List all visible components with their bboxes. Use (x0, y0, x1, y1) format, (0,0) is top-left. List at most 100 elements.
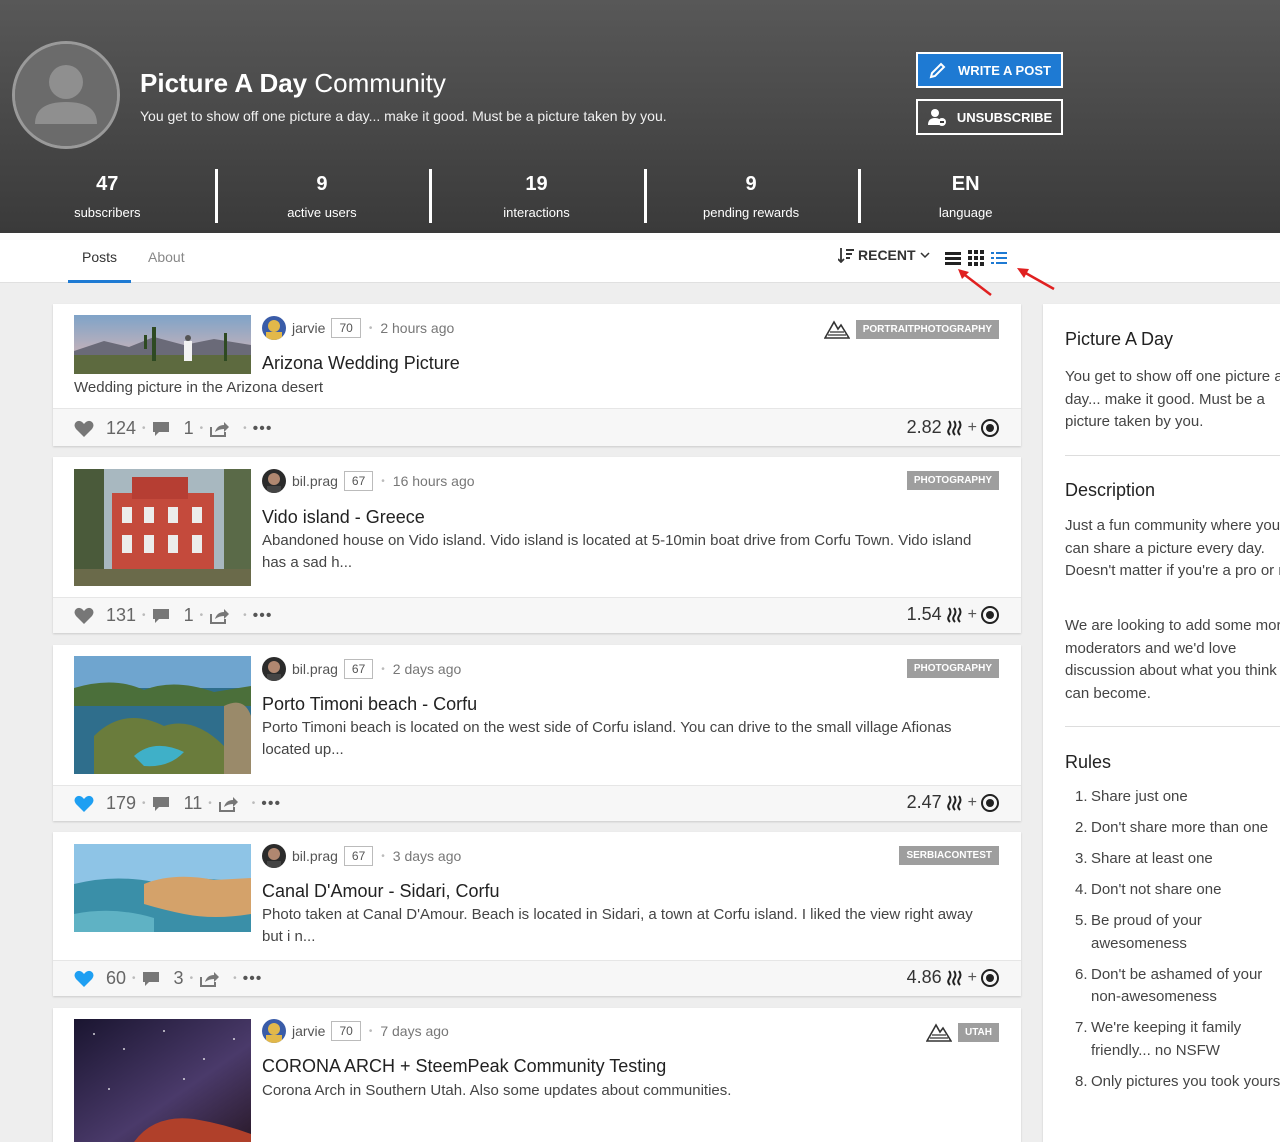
rule-text: Be proud of your awesomeness (1091, 912, 1202, 952)
community-title-rest: Community (307, 68, 446, 98)
unsubscribe-button[interactable]: UNSUBSCRIBE (916, 99, 1063, 135)
comment-icon[interactable] (142, 971, 160, 987)
user-avatar[interactable] (262, 657, 286, 681)
stat-label: language (938, 205, 993, 220)
pencil-icon (928, 60, 948, 80)
post-card[interactable]: bil.prag 67 • 2 days ago PHOTOGRAPHY Por… (53, 645, 1021, 821)
tab-posts[interactable]: Posts (68, 233, 132, 283)
payout-value: 2.82 (906, 417, 942, 437)
post-thumbnail[interactable] (74, 469, 251, 586)
list-view-icon[interactable] (945, 250, 961, 266)
post-card[interactable]: jarvie 70 • 7 days ago UTAH CORONA ARCH … (53, 1008, 1021, 1142)
post-description[interactable]: Corona Arch in Southern Utah. Also some … (262, 1080, 992, 1102)
vote-count[interactable]: 179 (106, 793, 136, 814)
user-avatar[interactable] (262, 316, 286, 340)
payout-value: 2.47 (906, 792, 942, 812)
post-thumbnail[interactable] (74, 315, 251, 374)
plus-sign: + (967, 968, 977, 986)
post-time[interactable]: 3 days ago (393, 848, 462, 864)
post-card[interactable]: bil.prag 67 • 3 days ago SERBIACONTEST C… (53, 832, 1021, 996)
post-meta: bil.prag 67 • 16 hours ago (262, 469, 475, 493)
post-title[interactable]: Vido island - Greece (262, 507, 425, 528)
sort-icon (838, 248, 854, 263)
post-tag[interactable]: PHOTOGRAPHY (906, 659, 999, 678)
post-payout[interactable]: 2.47 + (907, 792, 999, 813)
post-description[interactable]: Abandoned house on Vido island. Vido isl… (262, 530, 992, 574)
more-options-icon[interactable]: ••• (243, 970, 263, 988)
share-icon[interactable] (199, 971, 220, 987)
stat-value: 47 (96, 173, 119, 195)
user-avatar[interactable] (262, 469, 286, 493)
post-thumbnail[interactable] (74, 1019, 251, 1142)
write-post-button[interactable]: WRITE A POST (916, 52, 1063, 88)
comment-count[interactable]: 11 (184, 793, 203, 814)
compact-view-icon[interactable] (991, 250, 1007, 266)
share-icon[interactable] (209, 608, 230, 624)
comment-icon[interactable] (152, 608, 170, 624)
more-options-icon[interactable]: ••• (253, 607, 273, 625)
share-icon[interactable] (209, 421, 230, 437)
post-title[interactable]: Porto Timoni beach - Corfu (262, 694, 477, 715)
post-actions: 131 • 1 • • ••• (74, 605, 272, 626)
post-payout[interactable]: 1.54 + (907, 604, 999, 625)
post-title[interactable]: Canal D'Amour - Sidari, Corfu (262, 881, 500, 902)
more-options-icon[interactable]: ••• (261, 795, 281, 813)
post-payout[interactable]: 4.86 + (907, 967, 999, 988)
community-title: Picture A Day Community (140, 68, 446, 99)
post-tag[interactable]: SERBIACONTEST (899, 846, 999, 865)
stat-label: pending rewards (703, 205, 800, 220)
heart-icon[interactable] (74, 795, 94, 813)
post-description[interactable]: Porto Timoni beach is located on the wes… (262, 717, 992, 761)
author-link[interactable]: jarvie (292, 320, 325, 336)
comment-count[interactable]: 3 (174, 968, 184, 989)
post-time[interactable]: 7 days ago (380, 1023, 449, 1039)
author-link[interactable]: bil.prag (292, 661, 338, 677)
community-avatar (12, 41, 120, 149)
author-link[interactable]: jarvie (292, 1023, 325, 1039)
author-link[interactable]: bil.prag (292, 848, 338, 864)
share-icon[interactable] (218, 796, 238, 812)
grid-view-icon[interactable] (968, 250, 984, 266)
post-thumbnail[interactable] (74, 656, 251, 774)
tab-about[interactable]: About (148, 233, 185, 283)
post-title[interactable]: CORONA ARCH + SteemPeak Community Testin… (262, 1056, 666, 1077)
rule-item: 3. Share at least one (1065, 848, 1280, 871)
heart-icon[interactable] (74, 607, 94, 625)
post-tag[interactable]: PORTRAITPHOTOGRAPHY (855, 319, 999, 339)
post-card[interactable]: bil.prag 67 • 16 hours ago PHOTOGRAPHY V… (53, 457, 1021, 633)
post-thumbnail[interactable] (74, 844, 251, 932)
comment-icon[interactable] (152, 796, 170, 812)
post-description[interactable]: Photo taken at Canal D'Amour. Beach is l… (262, 904, 992, 948)
comment-icon[interactable] (152, 421, 170, 437)
vote-count[interactable]: 124 (106, 418, 136, 439)
post-title[interactable]: Arizona Wedding Picture (262, 353, 460, 374)
user-avatar[interactable] (262, 844, 286, 868)
stat-subscribers: 47 subscribers (0, 165, 215, 227)
post-description[interactable]: Wedding picture in the Arizona desert (74, 377, 804, 399)
rule-item: 5. Be proud of your awesomeness (1065, 910, 1265, 955)
post-time[interactable]: 2 days ago (393, 661, 462, 677)
stat-value: 19 (525, 173, 548, 195)
heart-icon[interactable] (74, 420, 94, 438)
post-tag[interactable]: UTAH (957, 1022, 999, 1042)
rule-text: Don't be ashamed of your non-awesomeness (1091, 965, 1263, 1006)
rule-item: 8. Only pictures you took yourself (1065, 1071, 1280, 1094)
author-link[interactable]: bil.prag (292, 473, 338, 489)
tab-bar: Posts About RECENT (0, 233, 1280, 283)
post-tag[interactable]: PHOTOGRAPHY (906, 471, 999, 490)
rule-number: 5. (1075, 912, 1088, 929)
vote-count[interactable]: 60 (106, 968, 126, 989)
heart-icon[interactable] (74, 970, 94, 988)
post-card[interactable]: jarvie 70 • 2 hours ago PORTRAITPHOTOGRA… (53, 304, 1021, 446)
comment-count[interactable]: 1 (184, 605, 194, 626)
user-avatar[interactable] (262, 1019, 286, 1043)
vote-count[interactable]: 131 (106, 605, 136, 626)
more-options-icon[interactable]: ••• (253, 420, 273, 438)
post-meta: jarvie 70 • 2 hours ago (262, 316, 454, 340)
post-footer: 60 • 3 • • ••• 4.86 + (53, 960, 1021, 996)
post-time[interactable]: 2 hours ago (380, 320, 454, 336)
post-time[interactable]: 16 hours ago (393, 473, 475, 489)
sort-dropdown[interactable]: RECENT (838, 247, 930, 263)
post-payout[interactable]: 2.82 + (907, 417, 999, 438)
comment-count[interactable]: 1 (184, 418, 194, 439)
